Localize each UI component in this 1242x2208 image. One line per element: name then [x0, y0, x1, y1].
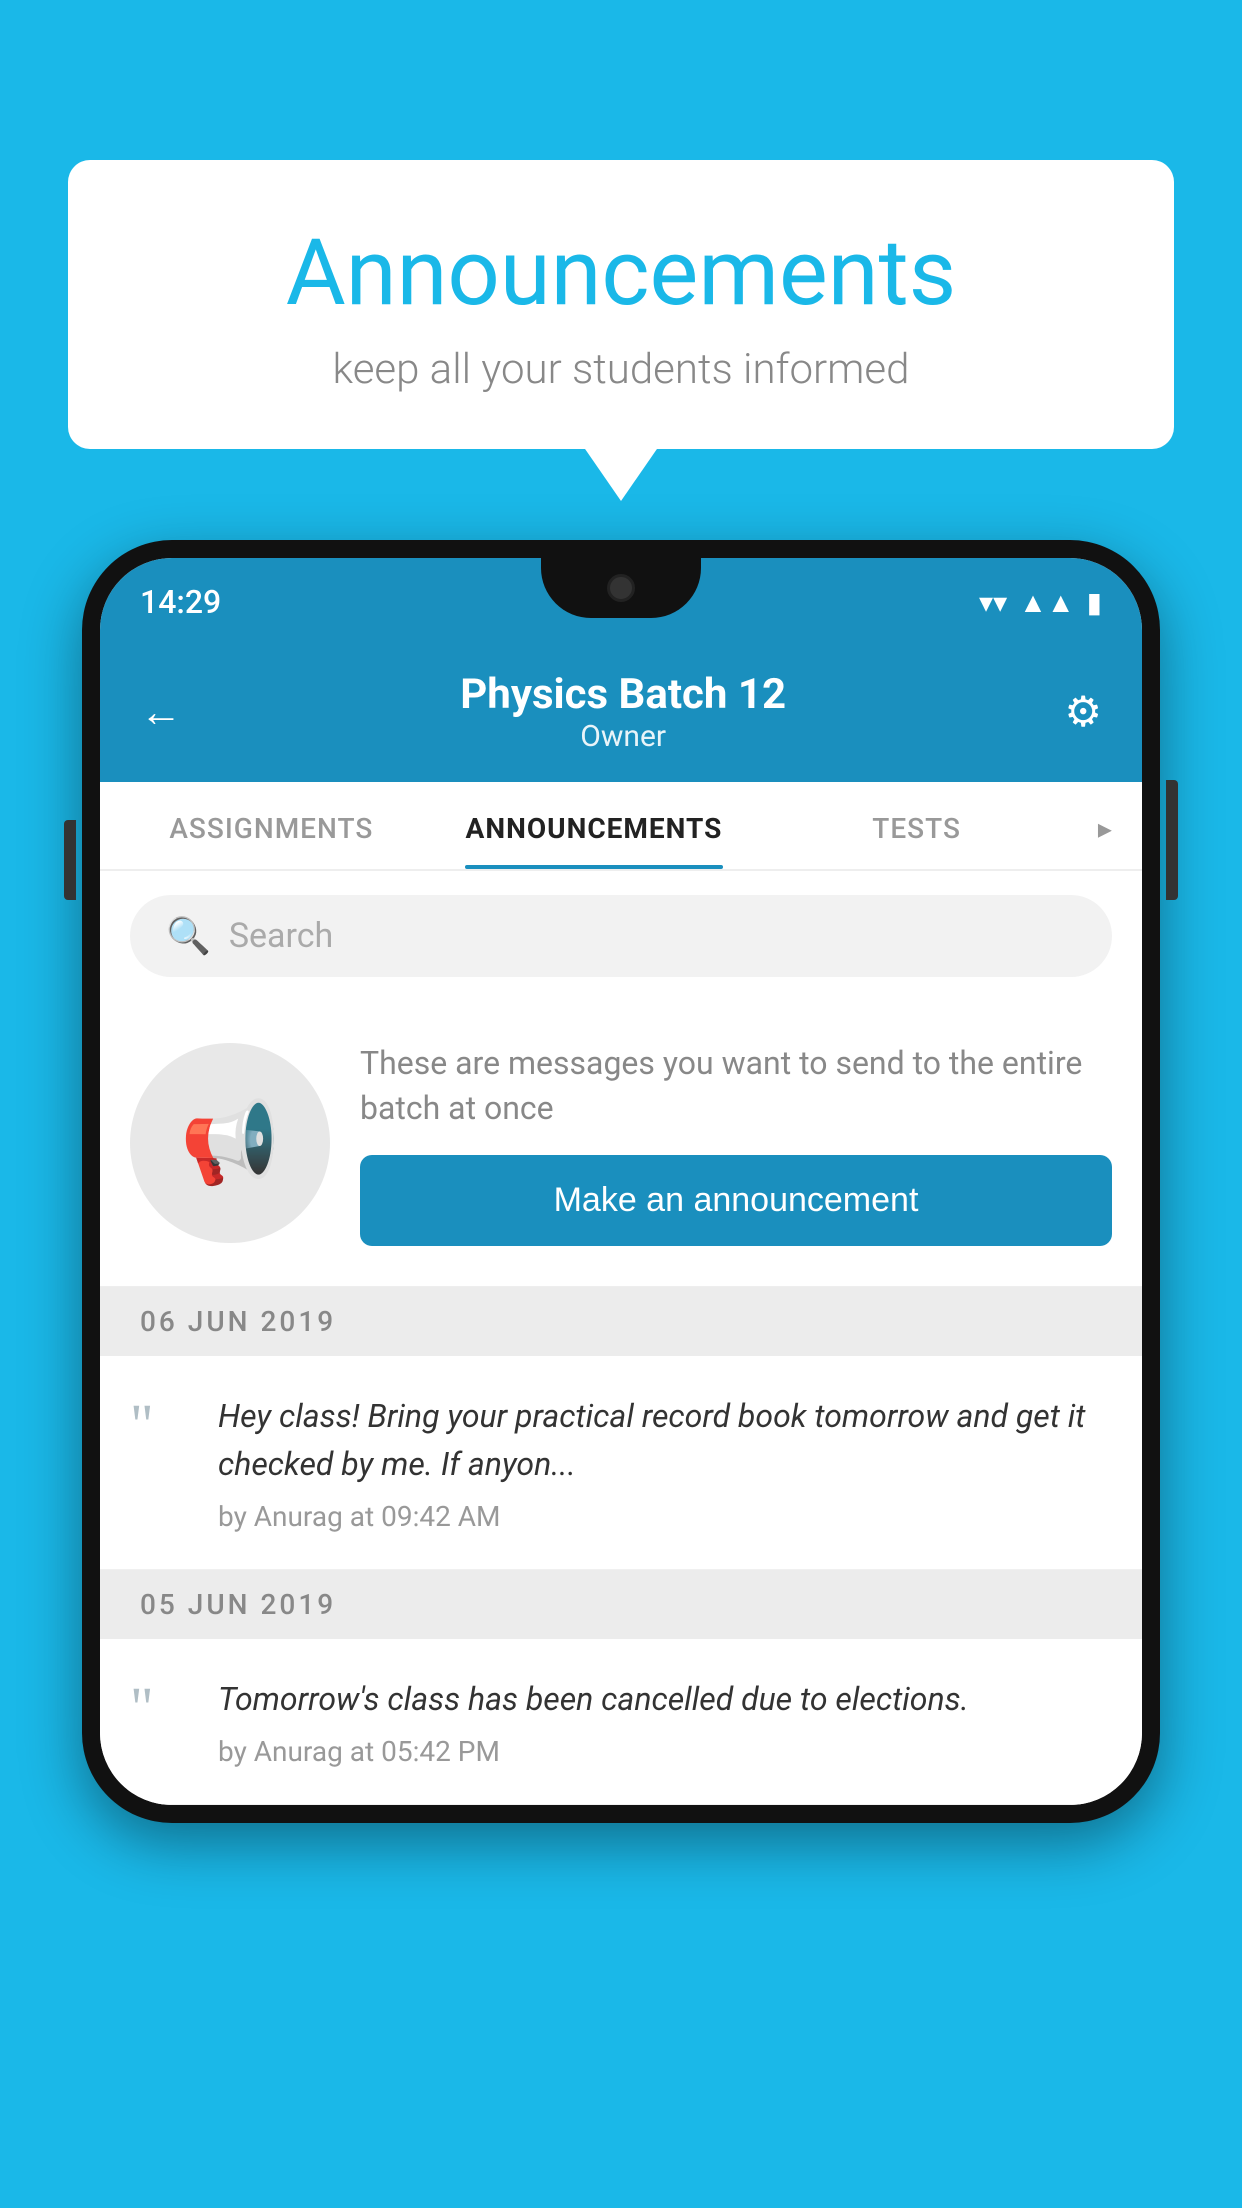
phone-screen: 14:29 ▾▾ ▲▲ ▮ ← Physics Batch 12 Owner ⚙	[100, 558, 1142, 1805]
back-button[interactable]: ←	[140, 688, 182, 737]
app-header: ← Physics Batch 12 Owner ⚙	[100, 646, 1142, 782]
announcements-subtitle: keep all your students informed	[128, 345, 1114, 394]
settings-button[interactable]: ⚙	[1064, 687, 1102, 737]
status-bar: 14:29 ▾▾ ▲▲ ▮	[100, 558, 1142, 646]
tab-tests[interactable]: TESTS	[755, 782, 1078, 869]
search-icon: 🔍	[166, 915, 211, 957]
tab-announcements[interactable]: ANNOUNCEMENTS	[433, 782, 756, 869]
tab-more[interactable]: ▸	[1078, 782, 1132, 869]
camera	[607, 574, 635, 602]
search-bar[interactable]: 🔍 Search	[130, 895, 1112, 977]
phone-side-button-left	[64, 820, 76, 900]
announcement-text-2: Tomorrow's class has been cancelled due …	[218, 1675, 1112, 1723]
wifi-icon: ▾▾	[979, 586, 1007, 619]
promo-icon-circle: 📢	[130, 1043, 330, 1243]
notch-cutout	[541, 558, 701, 618]
quote-icon-1: "	[130, 1392, 190, 1454]
tab-assignments[interactable]: ASSIGNMENTS	[110, 782, 433, 869]
date-separator-1: 06 JUN 2019	[100, 1287, 1142, 1356]
promo-description: These are messages you want to send to t…	[360, 1041, 1112, 1131]
phone-side-button-right	[1166, 780, 1178, 900]
announcement-item-1[interactable]: " Hey class! Bring your practical record…	[100, 1356, 1142, 1570]
date-label-2: 05 JUN 2019	[140, 1588, 336, 1621]
make-announcement-button[interactable]: Make an announcement	[360, 1155, 1112, 1246]
announcement-content-1: Hey class! Bring your practical record b…	[218, 1392, 1112, 1533]
search-placeholder: Search	[229, 916, 333, 956]
status-time: 14:29	[140, 583, 221, 621]
status-icons: ▾▾ ▲▲ ▮	[979, 586, 1102, 619]
announcements-title: Announcements	[128, 220, 1114, 327]
batch-title: Physics Batch 12	[182, 670, 1064, 719]
batch-role: Owner	[182, 719, 1064, 754]
quote-icon-2: "	[130, 1675, 190, 1737]
promo-content: These are messages you want to send to t…	[360, 1041, 1112, 1246]
signal-icon: ▲▲	[1019, 586, 1074, 619]
tabs-bar: ASSIGNMENTS ANNOUNCEMENTS TESTS ▸	[100, 782, 1142, 871]
search-bar-wrapper: 🔍 Search	[100, 871, 1142, 1001]
announcement-meta-1: by Anurag at 09:42 AM	[218, 1500, 1112, 1533]
promo-section: 📢 These are messages you want to send to…	[100, 1001, 1142, 1287]
phone-mockup: 14:29 ▾▾ ▲▲ ▮ ← Physics Batch 12 Owner ⚙	[82, 540, 1160, 2208]
battery-icon: ▮	[1087, 586, 1102, 619]
announcement-content-2: Tomorrow's class has been cancelled due …	[218, 1675, 1112, 1768]
date-separator-2: 05 JUN 2019	[100, 1570, 1142, 1639]
speech-bubble-container: Announcements keep all your students inf…	[68, 160, 1174, 449]
announcement-meta-2: by Anurag at 05:42 PM	[218, 1735, 1112, 1768]
announcement-text-1: Hey class! Bring your practical record b…	[218, 1392, 1112, 1488]
megaphone-icon: 📢	[180, 1096, 280, 1190]
date-label-1: 06 JUN 2019	[140, 1305, 336, 1338]
speech-bubble: Announcements keep all your students inf…	[68, 160, 1174, 449]
phone-body: 14:29 ▾▾ ▲▲ ▮ ← Physics Batch 12 Owner ⚙	[82, 540, 1160, 1823]
header-center: Physics Batch 12 Owner	[182, 670, 1064, 754]
announcement-item-2[interactable]: " Tomorrow's class has been cancelled du…	[100, 1639, 1142, 1805]
